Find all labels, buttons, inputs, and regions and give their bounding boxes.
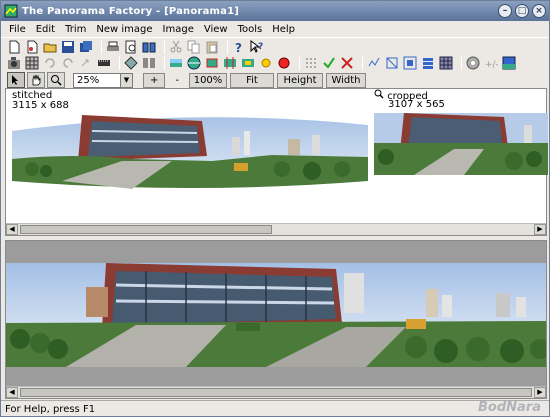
status-text: For Help, press F1 [5, 403, 96, 415]
menu-new-image[interactable]: New image [91, 24, 157, 35]
panorama-view-pane: ◀ ▶ [5, 240, 547, 399]
crop-icon[interactable] [205, 56, 219, 70]
rotate-right-icon[interactable] [61, 56, 75, 70]
menu-view[interactable]: View [199, 24, 233, 35]
table-icon[interactable] [439, 56, 453, 70]
wizard-icon[interactable] [7, 56, 21, 70]
close-button[interactable]: × [532, 4, 546, 18]
menu-bar: File Edit Trim New image Image View Tool… [1, 21, 549, 37]
cut-icon[interactable] [169, 40, 183, 54]
watermark: BodNara [478, 400, 541, 415]
menu-image[interactable]: Image [158, 24, 199, 35]
copy-icon[interactable] [187, 40, 201, 54]
grid-dots-icon[interactable] [304, 56, 318, 70]
stitched-thumbnail[interactable] [12, 111, 368, 189]
grid-icon[interactable] [25, 56, 39, 70]
zoom-tool-button[interactable] [47, 72, 65, 88]
cropped-panorama-image [374, 113, 548, 175]
scatter-icon[interactable] [367, 56, 381, 70]
scroll-right-icon[interactable]: ▶ [534, 224, 546, 235]
minimize-button[interactable]: – [498, 4, 512, 18]
zoom-100-button[interactable]: 100% [189, 72, 227, 88]
new-file-icon[interactable] [7, 40, 21, 54]
app-icon [4, 4, 18, 18]
brightness-icon[interactable] [259, 56, 273, 70]
menu-trim[interactable]: Trim [60, 24, 91, 35]
thumbnail-pane: stitched 3115 x 688 cropped 3107 x 565 ◀… [5, 88, 548, 236]
stitched-size: 3115 x 688 [12, 100, 69, 111]
view-toolbar: 25% ▼ + - 100% Fit Height Width [1, 71, 549, 89]
zoom-select[interactable]: 25% ▼ [73, 72, 133, 88]
stack-icon[interactable] [421, 56, 435, 70]
scrollbar-thumb[interactable] [20, 388, 532, 397]
redo-icon[interactable] [79, 56, 93, 70]
align-icon[interactable] [142, 56, 156, 70]
window-title: The Panorama Factory - [Panorama1] [22, 5, 240, 17]
cropped-size: 3107 x 565 [388, 99, 445, 110]
zoom-value: 25% [77, 74, 100, 86]
help-icon[interactable]: ? [232, 40, 246, 54]
rotate-left-icon[interactable] [43, 56, 57, 70]
menu-help[interactable]: Help [267, 24, 300, 35]
lens-correct-icon[interactable] [124, 56, 138, 70]
zoom-out-button[interactable]: - [168, 73, 186, 88]
standard-toolbar: ? ? [1, 37, 549, 55]
save-all-icon[interactable] [79, 40, 93, 54]
scroll-right-icon[interactable]: ▶ [534, 387, 546, 398]
stitch-icon[interactable] [187, 56, 201, 70]
magnifier-icon [51, 75, 62, 86]
pan-tool-button[interactable] [27, 72, 45, 88]
svg-text:?: ? [235, 41, 242, 54]
scroll-left-icon[interactable]: ◀ [6, 224, 18, 235]
bottom-pane-scrollbar[interactable]: ◀ ▶ [6, 386, 546, 398]
cropped-thumbnail[interactable] [374, 113, 548, 175]
status-bar: For Help, press F1 [1, 400, 549, 417]
picture-icon[interactable] [502, 56, 516, 70]
fine-tune-icon[interactable] [223, 56, 237, 70]
record-icon[interactable] [277, 56, 291, 70]
zoom-fit-button[interactable]: Fit [230, 72, 274, 88]
zoom-height-button[interactable]: Height [277, 72, 323, 88]
panorama-image-view[interactable] [6, 263, 546, 367]
stitched-panorama-image [12, 115, 368, 189]
chevron-down-icon: ▼ [120, 73, 132, 87]
scrollbar-thumb[interactable] [20, 225, 272, 234]
filmstrip-icon[interactable] [97, 56, 111, 70]
print-icon[interactable] [106, 40, 120, 54]
maximize-button[interactable]: □ [515, 4, 529, 18]
frame-icon[interactable] [403, 56, 417, 70]
blend-icon[interactable] [241, 56, 255, 70]
context-help-icon[interactable]: ? [250, 39, 264, 54]
save-icon[interactable] [61, 40, 75, 54]
new-project-icon[interactable] [25, 40, 39, 54]
landscape-image-icon[interactable] [169, 56, 183, 70]
scroll-left-icon[interactable]: ◀ [6, 387, 18, 398]
svg-text:?: ? [258, 42, 263, 52]
reject-x-icon[interactable] [340, 56, 354, 70]
arrow-cursor-icon [12, 75, 18, 85]
menu-tools[interactable]: Tools [233, 24, 268, 35]
magnifier-icon [374, 89, 384, 102]
zoom-width-button[interactable]: Width [326, 72, 366, 88]
title-bar: The Panorama Factory - [Panorama1] – □ × [1, 1, 549, 21]
distort-icon[interactable] [385, 56, 399, 70]
print-preview-icon[interactable] [124, 40, 138, 54]
accept-check-icon[interactable] [322, 56, 336, 70]
open-folder-icon[interactable] [43, 40, 57, 54]
book-icon[interactable] [142, 40, 156, 54]
select-tool-button[interactable] [7, 72, 25, 88]
top-pane-scrollbar[interactable]: ◀ ▶ [6, 223, 546, 235]
menu-edit[interactable]: Edit [31, 24, 60, 35]
app-window: The Panorama Factory - [Panorama1] – □ ×… [0, 0, 550, 417]
panorama-image [6, 263, 546, 367]
paste-icon[interactable] [205, 40, 219, 54]
svg-text:+/-: +/- [485, 60, 498, 70]
zoom-in-button[interactable]: + [143, 72, 166, 88]
hand-icon [32, 74, 41, 86]
plus-minus-icon[interactable]: +/- [484, 56, 498, 70]
disc-icon[interactable] [466, 56, 480, 70]
menu-file[interactable]: File [4, 24, 31, 35]
panorama-toolbar: +/- [1, 54, 549, 72]
